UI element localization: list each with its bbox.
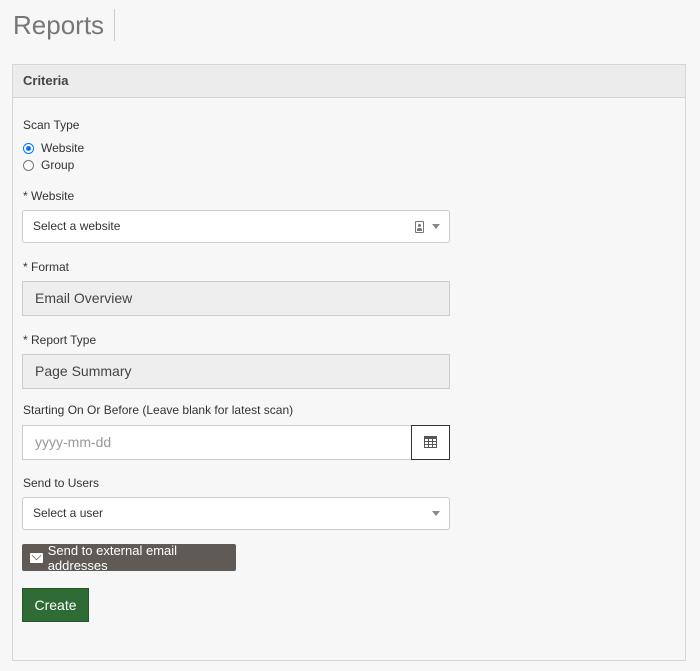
date-input[interactable]: yyyy-mm-dd bbox=[22, 425, 412, 460]
website-label: * Website bbox=[23, 189, 75, 203]
chevron-down-icon[interactable] bbox=[432, 511, 440, 516]
website-select-placeholder: Select a website bbox=[33, 219, 121, 233]
format-field: Email Overview bbox=[22, 281, 450, 316]
date-picker-button[interactable] bbox=[411, 425, 450, 460]
radio-website[interactable]: Website bbox=[23, 141, 84, 155]
radio-group-button[interactable] bbox=[23, 159, 34, 171]
users-select-placeholder: Select a user bbox=[33, 506, 104, 520]
envelope-icon bbox=[30, 552, 43, 563]
radio-website-label[interactable]: Website bbox=[41, 141, 84, 155]
radio-website-button[interactable] bbox=[23, 142, 34, 154]
website-select[interactable]: Select a website bbox=[22, 210, 450, 243]
scan-type-label: Scan Type bbox=[23, 118, 80, 132]
starting-on-label: Starting On Or Before (Leave blank for l… bbox=[23, 403, 294, 417]
format-label: * Format bbox=[23, 260, 70, 274]
send-external-button[interactable]: Send to external email addresses bbox=[22, 542, 236, 573]
page-title: Reports bbox=[13, 9, 116, 41]
contact-card-icon[interactable] bbox=[415, 221, 424, 233]
chevron-down-icon[interactable] bbox=[432, 224, 440, 229]
send-external-label: Send to external email addresses bbox=[47, 542, 178, 573]
send-to-users-label: Send to Users bbox=[23, 476, 100, 490]
radio-group[interactable]: Group bbox=[23, 158, 74, 172]
criteria-panel: Criteria Scan Type Website Group * Websi… bbox=[12, 64, 686, 661]
create-button[interactable]: Create bbox=[22, 588, 89, 622]
radio-group-label[interactable]: Group bbox=[41, 158, 74, 172]
report-type-label: * Report Type bbox=[23, 333, 97, 347]
report-type-field: Page Summary bbox=[22, 354, 450, 389]
users-select[interactable]: Select a user bbox=[22, 497, 450, 530]
panel-header: Criteria bbox=[13, 65, 685, 98]
calendar-icon bbox=[424, 436, 437, 448]
